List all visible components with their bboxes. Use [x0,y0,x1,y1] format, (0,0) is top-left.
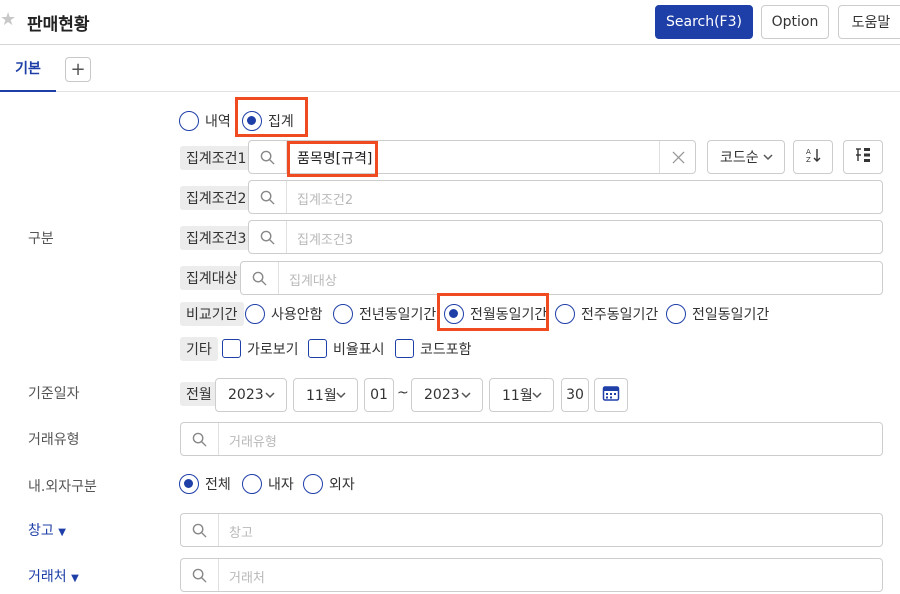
ratio-display-checkbox[interactable] [308,339,327,358]
to-year-select[interactable]: 2023 [411,378,483,412]
target-tag: 집계대상 [180,266,244,290]
calendar-button[interactable] [594,378,628,412]
cond2-field[interactable]: 집계조건2 [248,180,883,214]
trade-type-field[interactable]: 거래유형 [180,422,883,456]
compare-radio-label: 전일동일기간 [692,307,770,323]
clear-icon[interactable] [659,141,697,173]
search-button[interactable]: Search(F3) [655,5,753,39]
compare-tag: 비교기간 [180,302,244,326]
gubun-label: 구분 [28,231,54,247]
compare-radio-last-year[interactable] [333,304,353,324]
chevron-down-icon [264,389,276,405]
compare-highlight-box [437,293,549,331]
compare-radio-last-day[interactable] [666,304,686,324]
customer-placeholder: 거래처 [229,571,265,586]
inout-radio-label: 외자 [329,477,355,493]
from-month-value: 11월 [306,388,337,404]
tab-bar: 기본 + [0,44,900,92]
compare-radio-label: 전주동일기간 [581,307,659,323]
top-bar: ★ 판매현황 Search(F3) Option 도움말 [0,0,900,44]
warehouse-placeholder: 창고 [229,526,253,541]
search-icon [241,262,279,294]
date-label: 기준일자 [28,386,80,402]
inout-label: 내.외자구분 [28,479,97,495]
warehouse-field[interactable]: 창고 [180,513,883,547]
svg-text:A: A [806,148,811,156]
cond2-tag: 집계조건2 [180,186,253,210]
cond3-placeholder: 집계조건3 [297,233,354,248]
search-icon [249,221,287,253]
favorite-star-icon[interactable]: ★ [0,9,16,30]
date-range-separator: ~ [397,385,409,401]
trade-type-label: 거래유형 [28,432,80,448]
svg-text:Z: Z [806,156,811,164]
sort-select[interactable]: 코드순 [707,140,785,174]
search-icon [181,423,219,455]
column-settings-icon [854,146,872,168]
tab-basic[interactable]: 기본 [0,45,56,92]
page-title: 판매현황 [27,15,90,35]
date-prefix-tag: 전월 [180,382,218,406]
from-month-select[interactable]: 11월 [293,378,358,412]
inout-radio-domestic[interactable] [242,474,262,494]
aggregate-highlight-box [235,97,308,137]
warehouse-label-text: 창고 [28,523,54,539]
calendar-icon [602,384,620,406]
caret-down-icon: ▼ [71,573,79,584]
search-icon [249,181,287,213]
from-year-value: 2023 [228,387,264,403]
add-tab-button[interactable]: + [65,57,91,82]
chevron-down-icon [460,389,472,405]
search-icon [249,141,287,173]
include-code-checkbox[interactable] [395,339,414,358]
compare-radio-label: 전년동일기간 [359,307,437,323]
customer-field[interactable]: 거래처 [180,558,883,592]
inout-radio-label: 전체 [205,477,231,493]
help-button[interactable]: 도움말 [838,5,900,39]
etc-checkbox-label: 가로보기 [247,342,299,358]
inout-radio-all[interactable] [179,474,199,494]
search-icon [181,514,219,546]
to-day-value: 30 [566,387,584,403]
chevron-down-icon [762,151,774,167]
column-settings-button[interactable] [843,140,883,174]
etc-checkbox-label: 코드포함 [420,342,472,358]
target-placeholder: 집계대상 [289,274,337,289]
etc-tag: 기타 [180,337,218,361]
inout-radio-foreign[interactable] [303,474,323,494]
cond3-tag: 집계조건3 [180,226,253,250]
compare-radio-label: 사용안함 [271,307,323,323]
cond3-field[interactable]: 집계조건3 [248,220,883,254]
etc-checkbox-label: 비율표시 [333,342,385,358]
to-month-value: 11월 [502,388,533,404]
caret-down-icon: ▼ [58,527,66,538]
warehouse-label-link[interactable]: 창고 ▼ [28,520,66,540]
cond1-tag: 집계조건1 [180,146,253,170]
from-day-input[interactable]: 01 [364,378,394,412]
compare-radio-last-week[interactable] [555,304,575,324]
inout-radio-label: 내자 [268,477,294,493]
horizontal-view-checkbox[interactable] [222,339,241,358]
sort-az-icon: AZ [804,146,822,168]
cond1-highlight-box [287,141,378,177]
from-day-value: 01 [370,387,388,403]
option-button[interactable]: Option [761,5,829,39]
to-month-select[interactable]: 11월 [489,378,554,412]
cond2-placeholder: 집계조건2 [297,193,354,208]
customer-label-link[interactable]: 거래처 ▼ [28,566,79,586]
target-field[interactable]: 집계대상 [240,261,883,295]
chevron-down-icon [335,389,347,405]
to-day-input[interactable]: 30 [561,378,589,412]
chevron-down-icon [531,389,543,405]
trade-type-placeholder: 거래유형 [229,435,277,450]
sort-order-button[interactable]: AZ [793,140,833,174]
sort-select-value: 코드순 [720,150,759,166]
customer-label-text: 거래처 [28,569,67,585]
detail-radio-label: 내역 [205,114,231,130]
detail-radio[interactable] [179,111,199,131]
compare-radio-none[interactable] [245,304,265,324]
search-icon [181,559,219,591]
from-year-select[interactable]: 2023 [215,378,287,412]
to-year-value: 2023 [424,387,460,403]
